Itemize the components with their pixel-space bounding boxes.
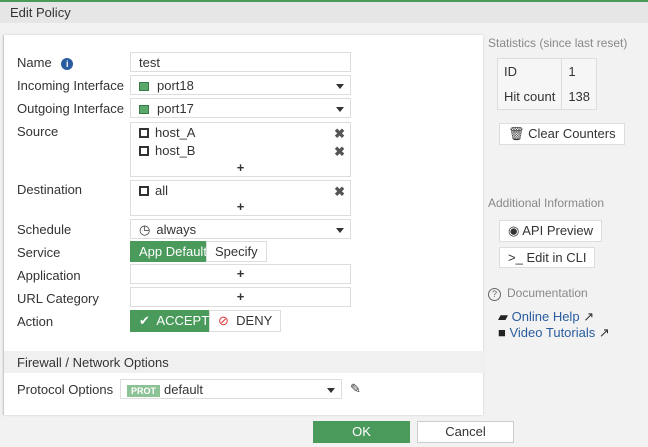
source-item: host_A [139, 125, 195, 140]
terminal-icon: >_ [508, 250, 523, 265]
source-field[interactable]: host_A ✖ host_B ✖ + [130, 122, 351, 177]
add-url-category-button[interactable]: + [131, 289, 350, 304]
application-field[interactable]: + [130, 264, 351, 284]
action-label: Action [17, 314, 54, 329]
stat-value: 1 [568, 64, 576, 79]
application-label: Application [17, 268, 81, 283]
add-source-button[interactable]: + [131, 160, 350, 175]
outgoing-interface-select[interactable]: port17 [130, 98, 351, 118]
external-link-icon: ↗ [598, 325, 610, 340]
stat-key: Hit count [497, 84, 563, 110]
deny-button[interactable]: ⊘ DENY [209, 310, 282, 332]
external-link-icon: ↗ [583, 309, 595, 324]
outgoing-label: Outgoing Interface [17, 101, 124, 116]
interface-icon [139, 105, 149, 114]
book-icon: ▰ [498, 309, 508, 324]
edit-pencil-icon[interactable]: ✎ [350, 381, 361, 397]
schedule-icon: ◷ [139, 222, 151, 237]
chevron-down-icon [336, 107, 344, 112]
stat-value: 138 [568, 89, 591, 104]
add-destination-button[interactable]: + [131, 199, 350, 214]
video-tutorials-link[interactable]: ■ Video Tutorials ↗ [498, 325, 610, 341]
url-category-field[interactable]: + [130, 287, 351, 307]
cancel-button[interactable]: Cancel [417, 421, 514, 443]
service-label: Service [17, 245, 61, 260]
prot-badge: PROT [127, 385, 161, 397]
incoming-interface-select[interactable]: port18 [130, 75, 351, 95]
address-icon [139, 186, 149, 196]
page-title: Edit Policy [0, 2, 648, 23]
name-label: Name i [17, 55, 74, 70]
destination-item: all [139, 183, 168, 198]
incoming-label: Incoming Interface [17, 78, 124, 93]
schedule-label: Schedule [17, 222, 72, 237]
destination-label: Destination [17, 182, 83, 197]
schedule-select[interactable]: ◷ always [130, 219, 351, 239]
statistics-table: ID 1 Hit count 138 [497, 58, 598, 110]
address-icon [139, 128, 149, 138]
stat-key: ID [497, 58, 563, 84]
additional-info-title: Additional Information [488, 196, 605, 210]
help-icon: ? [488, 288, 501, 301]
video-icon: ■ [498, 325, 506, 340]
add-application-button[interactable]: + [131, 266, 350, 281]
online-help-link[interactable]: ▰ Online Help ↗ [498, 309, 594, 325]
address-icon [139, 146, 149, 156]
api-preview-button[interactable]: ◉ API Preview [499, 220, 603, 242]
chevron-down-icon [327, 388, 335, 393]
remove-icon[interactable]: ✖ [334, 184, 345, 200]
ok-button[interactable]: OK [313, 421, 410, 443]
protocol-options-select[interactable]: PROT default [120, 379, 342, 399]
name-input[interactable]: test [130, 52, 351, 72]
statistics-title: Statistics (since last reset) [488, 36, 628, 50]
info-icon[interactable]: i [61, 58, 74, 70]
deny-icon: ⊘ [218, 313, 229, 328]
section-header: Firewall / Network Options [4, 351, 484, 373]
destination-field[interactable]: all ✖ + [130, 180, 351, 216]
check-icon: ✔ [139, 313, 150, 328]
accept-button[interactable]: ✔ ACCEPT [130, 310, 219, 332]
remove-icon[interactable]: ✖ [334, 144, 345, 160]
edit-in-cli-button[interactable]: >_ Edit in CLI [499, 247, 596, 268]
interface-icon [139, 82, 149, 91]
source-item: host_B [139, 143, 195, 158]
url-category-label: URL Category [17, 291, 99, 306]
chevron-down-icon [336, 84, 344, 89]
remove-icon[interactable]: ✖ [334, 126, 345, 142]
chevron-down-icon [336, 228, 344, 233]
source-label: Source [17, 124, 59, 139]
protocol-options-label: Protocol Options [17, 382, 114, 397]
trash-icon: 🗑 [508, 126, 525, 141]
clear-counters-button[interactable]: 🗑 Clear Counters [499, 123, 625, 145]
app-default-button[interactable]: App Default [130, 241, 216, 262]
eye-icon: ◉ [508, 223, 520, 238]
policy-form: Name i test Incoming Interface port18 Ou… [3, 35, 484, 415]
specify-button[interactable]: Specify [206, 241, 267, 262]
documentation-title: ? Documentation [488, 286, 588, 301]
